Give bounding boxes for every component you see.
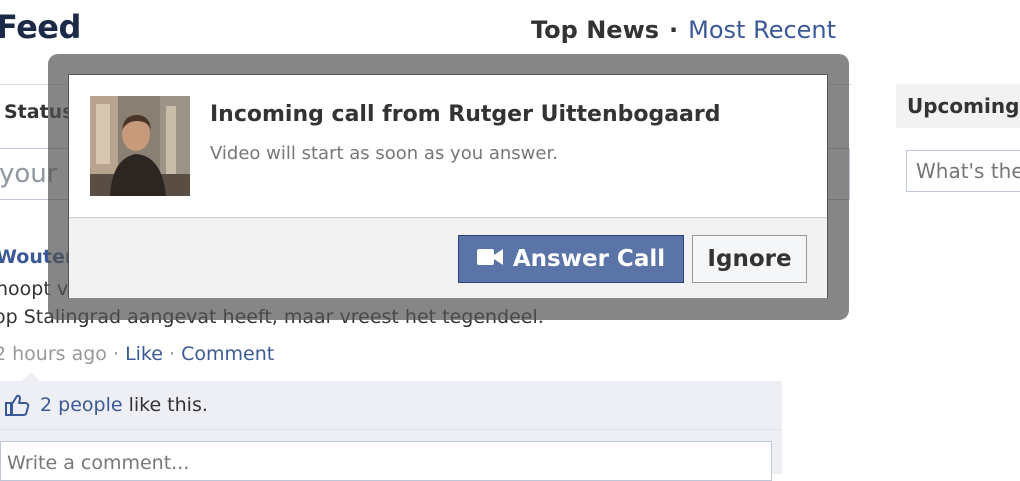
comment-placeholder: Write a comment... (7, 452, 190, 474)
dialog-subtitle: Video will start as soon as you answer. (210, 143, 558, 164)
likers-link[interactable]: 2 people (40, 394, 123, 416)
answer-call-button[interactable]: Answer Call (458, 235, 684, 283)
page-title: Feed (0, 8, 81, 46)
sidebar-search-placeholder: What's the (916, 159, 1020, 183)
tab-top-news[interactable]: Top News (531, 16, 659, 44)
upcoming-events-header: Upcoming (896, 84, 1020, 128)
comments-box: 2 people like this. Write a comment... (0, 381, 782, 481)
dialog-title: Incoming call from Rutger Uittenbogaard (210, 102, 721, 127)
likes-summary: 2 people like this. (40, 394, 208, 416)
dialog-footer: Answer Call Ignore (69, 217, 827, 298)
video-camera-icon (476, 246, 503, 272)
tab-separator: · (669, 16, 679, 44)
caller-avatar (90, 96, 190, 196)
upcoming-label: Upcoming (907, 94, 1020, 118)
thumbs-up-icon (4, 393, 30, 421)
answer-call-label: Answer Call (512, 246, 666, 272)
like-link[interactable]: Like (125, 343, 163, 365)
tab-most-recent[interactable]: Most Recent (688, 16, 836, 44)
comment-link[interactable]: Comment (181, 343, 274, 365)
ignore-label: Ignore (707, 246, 792, 272)
ignore-button[interactable]: Ignore (692, 235, 807, 283)
comments-caret (22, 372, 40, 381)
likes-suffix: like this. (122, 394, 208, 416)
story-meta: 2 hours ago · Like · Comment (0, 343, 274, 365)
comment-input[interactable]: Write a comment... (0, 441, 772, 481)
feed-tabs: Top News · Most Recent (531, 16, 836, 44)
meta-separator: · (169, 343, 176, 365)
likes-row: 2 people like this. (0, 381, 782, 430)
story-timestamp: 2 hours ago (0, 343, 107, 365)
meta-separator: · (112, 343, 120, 365)
sidebar-search-input[interactable]: What's the (906, 150, 1020, 192)
incoming-call-dialog: Incoming call from Rutger Uittenbogaard … (68, 74, 828, 298)
